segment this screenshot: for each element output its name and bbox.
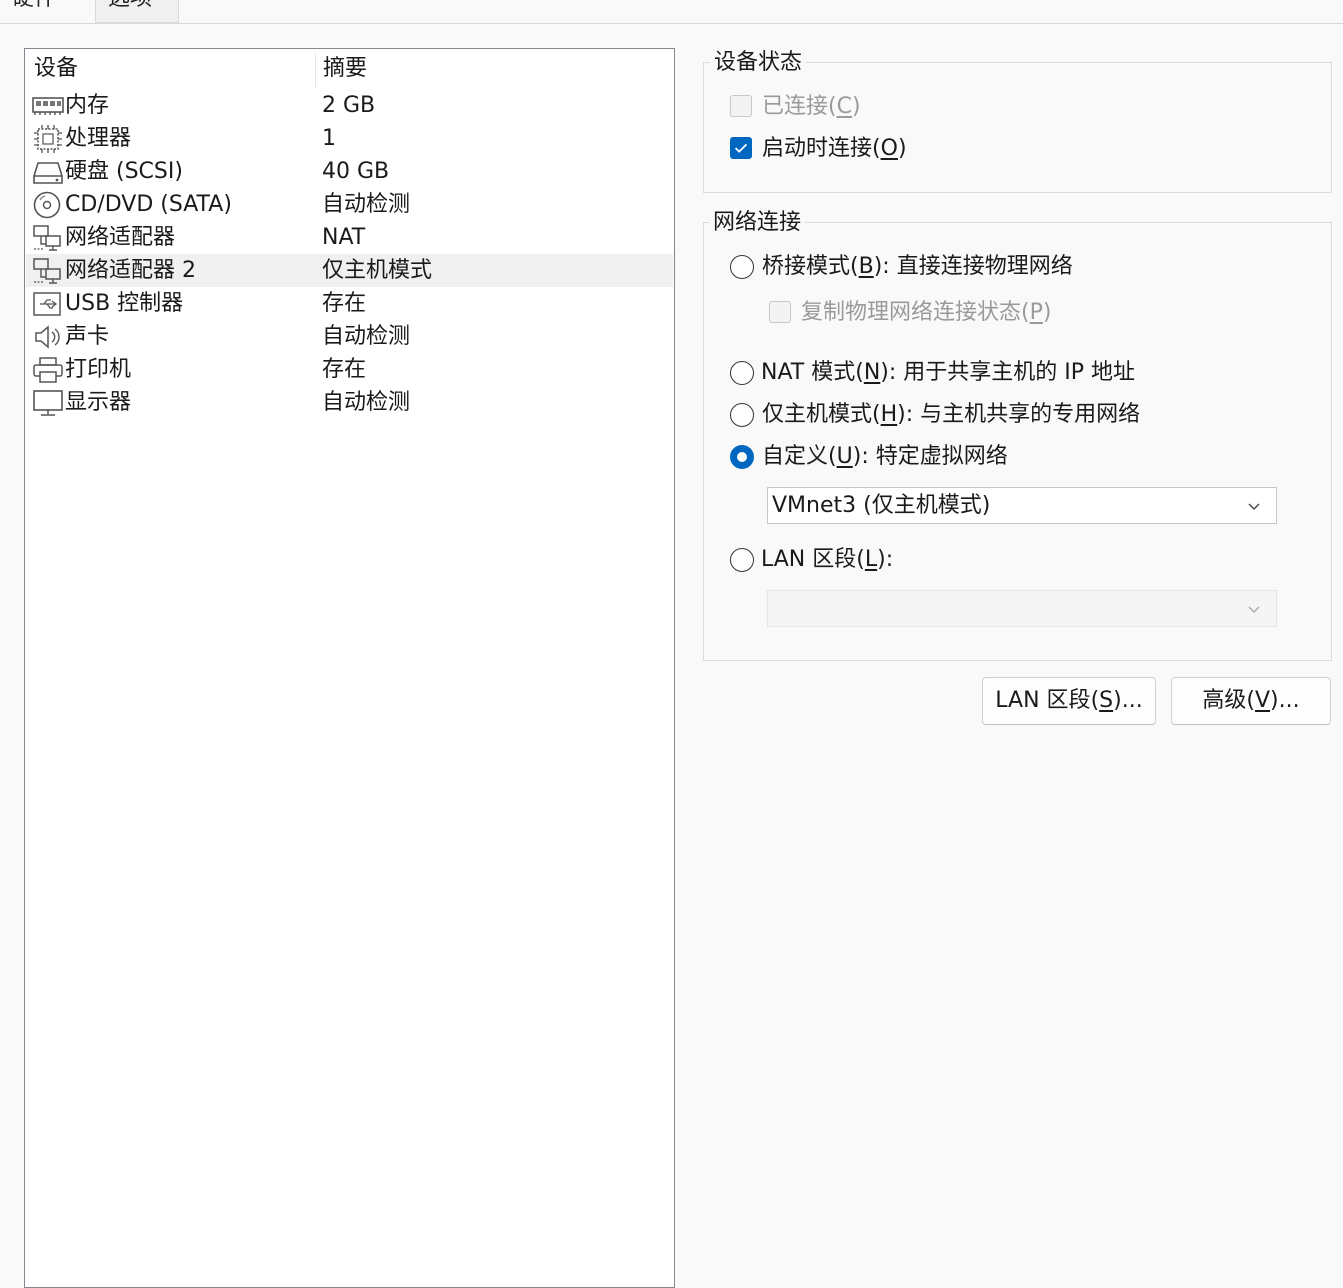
tab-options-label: 选项 [108,0,152,11]
column-header-device[interactable]: 设备 [34,55,78,83]
speaker-icon [35,325,60,349]
device-row-cd-dvd[interactable]: CD/DVD (SATA) 自动检测 [26,188,673,221]
connect-at-power-on-checkbox[interactable] [730,137,752,159]
column-separator[interactable] [315,53,316,87]
network-adapter-icon [33,225,61,251]
device-row-network-adapter-2[interactable]: 网络适配器 2 仅主机模式 [26,254,673,287]
column-header-summary[interactable]: 摘要 [323,55,367,83]
processor-icon [34,125,62,153]
device-list[interactable]: 设备 摘要 内存 2 GB 处理器 1 硬盘 (SCSI) 40 GB CD/D… [24,48,675,1288]
device-row-network-adapter[interactable]: 网络适配器 NAT [26,221,673,254]
tab-bar: 选项 硬件 [0,0,1343,24]
device-name: CD/DVD (SATA) [65,192,232,217]
tab-hardware[interactable]: 硬件 [0,0,95,23]
device-status-group [703,62,1332,193]
device-name: 网络适配器 [65,225,176,250]
device-status-title: 设备状态 [710,49,807,77]
replicate-state-checkbox[interactable] [769,301,791,323]
chevron-down-icon [1248,503,1260,510]
connect-at-power-on-label[interactable]: 启动时连接(O) [762,134,907,164]
device-name: 打印机 [65,357,132,382]
printer-icon [33,357,63,383]
device-summary: 40 GB [322,159,390,184]
checkmark-icon [734,143,748,153]
list-header: 设备 摘要 [25,49,674,89]
device-summary: 仅主机模式 [322,258,433,283]
device-summary: NAT [322,225,366,250]
device-summary: 2 GB [322,93,376,118]
device-summary: 存在 [322,357,367,382]
tab-hardware-label: 硬件 [12,0,56,11]
nat-radio[interactable] [730,361,754,385]
replicate-state-label: 复制物理网络连接状态(P) [801,300,1052,325]
lan-segment-label[interactable]: LAN 区段(L): [761,545,893,575]
device-row-sound-card[interactable]: 声卡 自动检测 [26,320,673,353]
lan-segments-button[interactable]: LAN 区段(S)... [982,677,1156,725]
connected-label: 已连接(C) [762,94,861,119]
advanced-button[interactable]: 高级(V)... [1171,677,1331,725]
device-name: 网络适配器 2 [65,258,196,283]
network-adapter-icon [33,258,61,284]
monitor-icon [33,390,63,416]
host-only-label[interactable]: 仅主机模式(H): 与主机共享的专用网络 [762,400,1140,430]
device-row-processor[interactable]: 处理器 1 [26,122,673,155]
nat-label[interactable]: NAT 模式(N): 用于共享主机的 IP 地址 [761,358,1135,388]
device-row-usb-controller[interactable]: USB 控制器 存在 [26,287,673,320]
connected-checkbox[interactable] [730,95,752,117]
device-summary: 自动检测 [322,390,411,415]
device-summary: 1 [322,126,336,151]
device-row-printer[interactable]: 打印机 存在 [26,353,673,386]
device-row-hard-disk[interactable]: 硬盘 (SCSI) 40 GB [26,155,673,188]
device-name: 内存 [65,93,110,118]
lan-segment-radio[interactable] [730,548,754,572]
chevron-down-icon [1248,606,1260,613]
lan-segment-select[interactable] [767,590,1277,627]
tab-options[interactable]: 选项 [95,0,179,23]
custom-radio[interactable] [730,445,754,469]
device-summary: 存在 [322,291,367,316]
network-connection-title: 网络连接 [709,209,806,237]
host-only-radio[interactable] [730,403,754,427]
usb-icon [33,292,61,316]
device-row-memory[interactable]: 内存 2 GB [26,89,673,122]
cd-dvd-icon [33,191,61,219]
custom-network-select[interactable]: VMnet3 (仅主机模式) [767,487,1277,524]
device-name: 声卡 [65,324,110,349]
device-row-display[interactable]: 显示器 自动检测 [26,386,673,419]
hard-disk-icon [33,162,63,184]
tab-divider [0,23,1343,24]
device-summary: 自动检测 [322,192,411,217]
device-name: 硬盘 (SCSI) [65,159,183,184]
bridged-label[interactable]: 桥接模式(B): 直接连接物理网络 [762,252,1073,282]
custom-network-value: VMnet3 (仅主机模式) [772,493,991,518]
device-name: 处理器 [65,126,132,151]
bridged-radio[interactable] [730,255,754,279]
device-summary: 自动检测 [322,324,411,349]
device-name: 显示器 [65,390,132,415]
memory-icon [32,97,64,115]
device-name: USB 控制器 [65,291,184,316]
custom-label[interactable]: 自定义(U): 特定虚拟网络 [762,442,1008,472]
